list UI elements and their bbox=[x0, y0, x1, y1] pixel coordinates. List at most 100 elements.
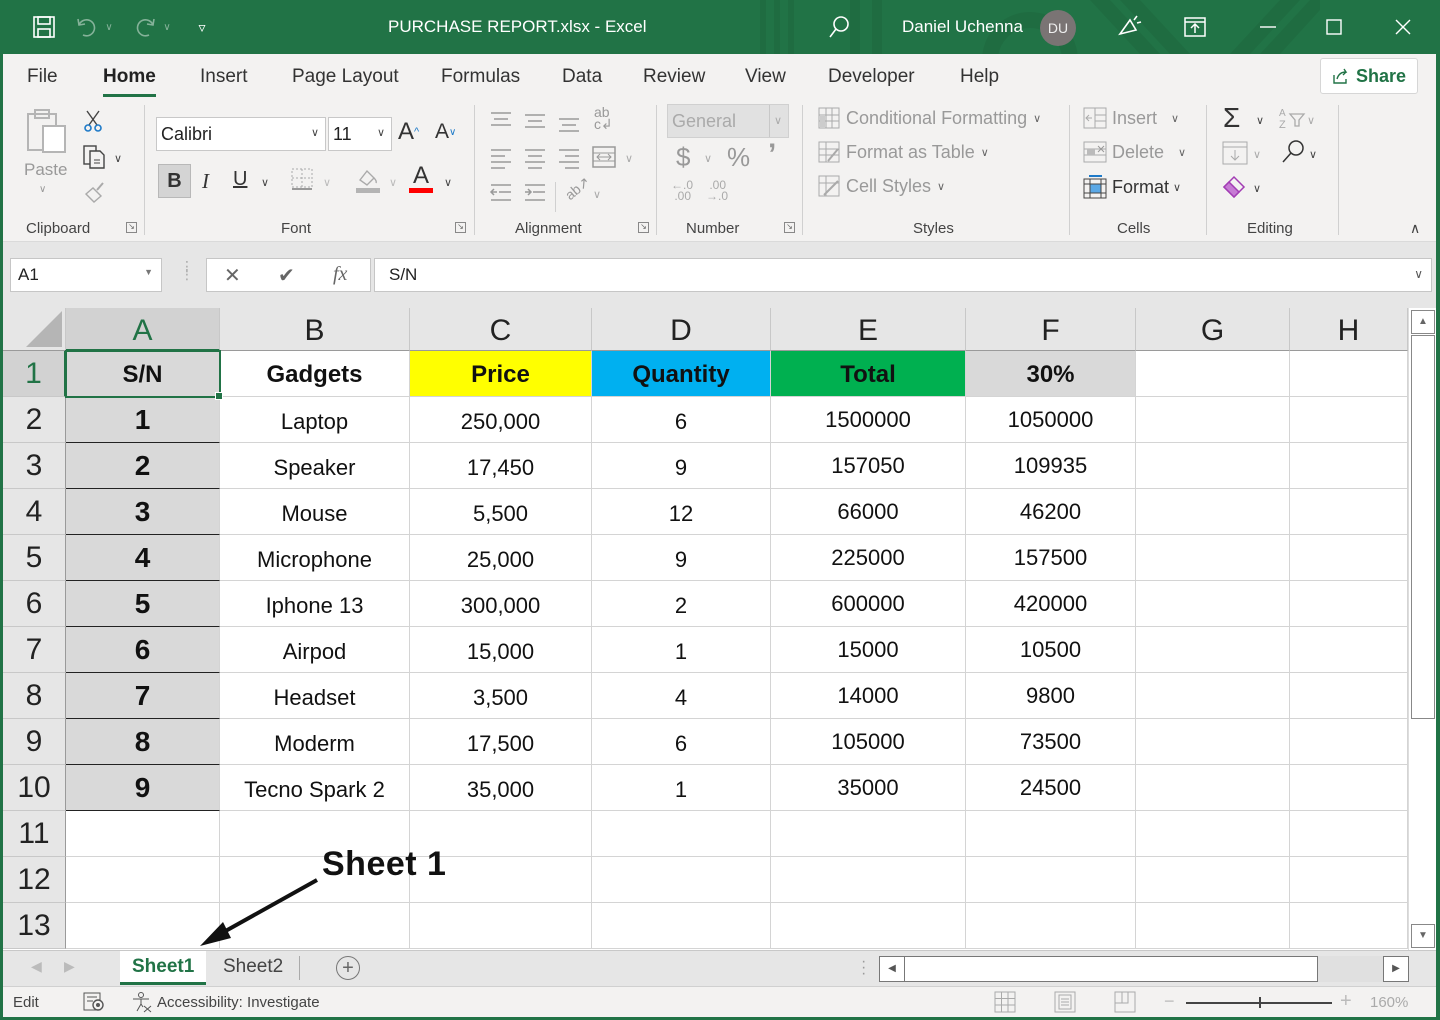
row-header-1[interactable]: 1 bbox=[3, 351, 66, 397]
data-cell[interactable]: 300,000 bbox=[410, 581, 592, 627]
data-cell[interactable]: 66000 bbox=[771, 489, 966, 535]
fill-color-dropdown-icon[interactable]: ∨ bbox=[389, 176, 397, 189]
data-cell[interactable]: Airpod bbox=[220, 627, 410, 673]
data-cell[interactable]: 6 bbox=[592, 719, 771, 765]
clipboard-launcher-icon[interactable]: ↘ bbox=[126, 222, 137, 233]
column-header-d[interactable]: D bbox=[592, 308, 771, 351]
empty-cell[interactable] bbox=[592, 857, 771, 903]
empty-cell[interactable] bbox=[966, 857, 1136, 903]
empty-cell[interactable] bbox=[1136, 719, 1290, 765]
horizontal-scroll-thumb[interactable] bbox=[904, 956, 1318, 982]
empty-cell[interactable] bbox=[1290, 443, 1408, 489]
empty-cell[interactable] bbox=[1290, 535, 1408, 581]
data-cell[interactable]: 17,500 bbox=[410, 719, 592, 765]
find-select-icon[interactable] bbox=[1280, 138, 1306, 164]
empty-cell[interactable] bbox=[410, 903, 592, 949]
data-cell[interactable]: 2 bbox=[66, 443, 220, 489]
wrap-text-icon[interactable]: ab c↲ bbox=[594, 105, 613, 131]
paste-dropdown-icon[interactable]: ∨ bbox=[39, 184, 46, 195]
autosum-dropdown-icon[interactable]: ∨ bbox=[1256, 114, 1264, 127]
data-cell[interactable]: 600000 bbox=[771, 581, 966, 627]
empty-cell[interactable] bbox=[966, 903, 1136, 949]
sheet-tab-sheet2[interactable]: Sheet2 bbox=[211, 951, 295, 985]
search-icon[interactable] bbox=[826, 14, 852, 40]
zoom-slider-thumb[interactable] bbox=[1259, 997, 1261, 1008]
prev-sheet-icon[interactable]: ◀ bbox=[31, 958, 42, 975]
data-cell[interactable]: 6 bbox=[592, 397, 771, 443]
accessibility-icon[interactable] bbox=[131, 991, 153, 1017]
zoom-out-button[interactable]: − bbox=[1164, 991, 1175, 1012]
data-cell[interactable]: 157500 bbox=[966, 535, 1136, 581]
zoom-in-button[interactable]: + bbox=[1340, 990, 1352, 1013]
accounting-format-icon[interactable]: $ bbox=[676, 142, 690, 173]
increase-font-size-icon[interactable]: A ^ bbox=[398, 118, 419, 146]
font-name-select[interactable]: Calibri ∨ bbox=[156, 117, 326, 151]
align-left-icon[interactable] bbox=[489, 147, 513, 169]
data-cell[interactable]: 1 bbox=[592, 627, 771, 673]
empty-cell[interactable] bbox=[1136, 351, 1290, 397]
empty-cell[interactable] bbox=[1136, 397, 1290, 443]
page-break-preview-icon[interactable] bbox=[1114, 991, 1136, 1017]
autosum-icon[interactable]: Σ bbox=[1223, 102, 1240, 134]
tab-home[interactable]: Home bbox=[103, 66, 156, 97]
next-sheet-icon[interactable]: ▶ bbox=[64, 958, 75, 975]
tab-insert[interactable]: Insert bbox=[200, 66, 248, 88]
empty-cell[interactable] bbox=[1290, 811, 1408, 857]
top-align-icon[interactable] bbox=[489, 110, 513, 130]
data-cell[interactable]: 9 bbox=[592, 535, 771, 581]
macro-recording-icon[interactable] bbox=[83, 992, 105, 1016]
row-header-2[interactable]: 2 bbox=[3, 397, 66, 443]
empty-cell[interactable] bbox=[1290, 765, 1408, 811]
minimize-icon[interactable] bbox=[1255, 14, 1281, 40]
delete-cells-button[interactable]: Delete ∨ bbox=[1083, 141, 1186, 163]
row-header-5[interactable]: 5 bbox=[3, 535, 66, 581]
font-color-icon[interactable]: A bbox=[409, 162, 433, 193]
data-cell[interactable]: 14000 bbox=[771, 673, 966, 719]
data-cell[interactable]: 420000 bbox=[966, 581, 1136, 627]
empty-cell[interactable] bbox=[1136, 489, 1290, 535]
italic-button[interactable]: I bbox=[202, 169, 209, 194]
decrease-indent-icon[interactable] bbox=[489, 183, 513, 203]
sort-filter-icon[interactable]: AZ bbox=[1278, 106, 1306, 130]
feedback-icon[interactable] bbox=[1116, 14, 1142, 40]
accounting-dropdown-icon[interactable]: ∨ bbox=[704, 152, 712, 165]
data-cell[interactable]: 1500000 bbox=[771, 397, 966, 443]
row-header-10[interactable]: 10 bbox=[3, 765, 66, 811]
column-header-c[interactable]: C bbox=[410, 308, 592, 351]
empty-cell[interactable] bbox=[771, 903, 966, 949]
decrease-font-size-icon[interactable]: A ∨ bbox=[435, 120, 456, 144]
orientation-dropdown-icon[interactable]: ∨ bbox=[593, 188, 601, 201]
number-format-select[interactable]: General ∨ bbox=[667, 104, 789, 138]
empty-cell[interactable] bbox=[1290, 581, 1408, 627]
underline-dropdown-icon[interactable]: ∨ bbox=[261, 176, 269, 189]
scroll-right-icon[interactable]: ▶ bbox=[1383, 956, 1409, 982]
name-box[interactable]: A1 ▼ bbox=[10, 258, 162, 292]
column-header-f[interactable]: F bbox=[966, 308, 1136, 351]
data-cell[interactable]: 17,450 bbox=[410, 443, 592, 489]
data-cell[interactable]: 4 bbox=[592, 673, 771, 719]
data-cell[interactable]: Tecno Spark 2 bbox=[220, 765, 410, 811]
empty-cell[interactable] bbox=[771, 857, 966, 903]
data-cell[interactable]: 157050 bbox=[771, 443, 966, 489]
data-cell[interactable]: 46200 bbox=[966, 489, 1136, 535]
empty-cell[interactable] bbox=[1136, 857, 1290, 903]
tab-split-grip-icon[interactable]: · · · bbox=[861, 954, 866, 982]
data-cell[interactable]: 25,000 bbox=[410, 535, 592, 581]
empty-cell[interactable] bbox=[1290, 857, 1408, 903]
row-header-11[interactable]: 11 bbox=[3, 811, 66, 857]
row-header-12[interactable]: 12 bbox=[3, 857, 66, 903]
row-header-6[interactable]: 6 bbox=[3, 581, 66, 627]
format-painter-icon[interactable] bbox=[83, 180, 107, 204]
accessibility-status[interactable]: Accessibility: Investigate bbox=[157, 994, 320, 1011]
empty-cell[interactable] bbox=[1290, 903, 1408, 949]
save-icon[interactable] bbox=[31, 14, 57, 40]
data-cell[interactable]: Mouse bbox=[220, 489, 410, 535]
data-cell[interactable]: 8 bbox=[66, 719, 220, 765]
expand-formula-bar-icon[interactable]: ∨ bbox=[1414, 267, 1423, 281]
bottom-align-icon[interactable] bbox=[557, 116, 581, 136]
data-cell[interactable]: 1 bbox=[66, 397, 220, 443]
increase-indent-icon[interactable] bbox=[523, 183, 547, 203]
header-cell[interactable]: S/N bbox=[66, 351, 220, 397]
orientation-icon[interactable]: ab↗ bbox=[562, 173, 594, 204]
font-launcher-icon[interactable]: ↘ bbox=[455, 222, 466, 233]
